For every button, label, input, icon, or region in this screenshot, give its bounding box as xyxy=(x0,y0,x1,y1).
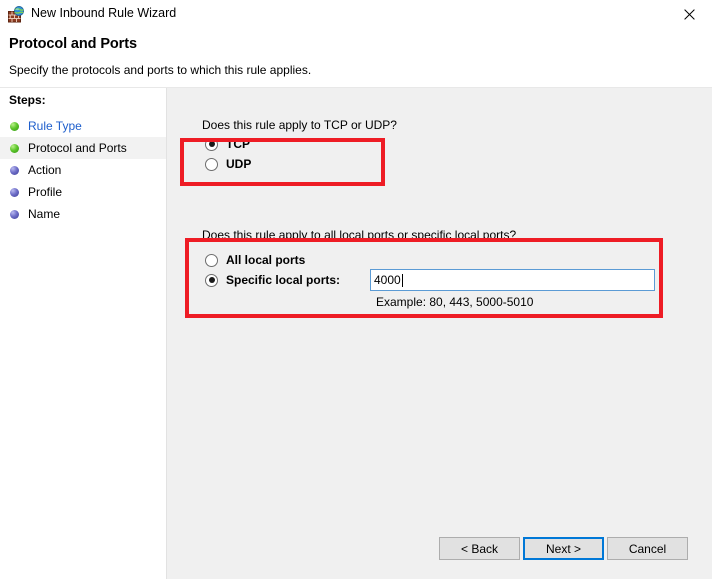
sidebar-item-name[interactable]: Name xyxy=(0,203,166,225)
radio-all-local-ports-indicator[interactable] xyxy=(205,253,218,267)
step-bullet-icon xyxy=(10,187,19,197)
step-bullet-icon xyxy=(10,143,19,153)
specific-local-ports-input[interactable]: 4000 xyxy=(370,269,655,291)
close-icon[interactable] xyxy=(666,0,712,28)
cancel-button[interactable]: Cancel xyxy=(607,537,688,560)
text-caret xyxy=(401,273,403,287)
ports-example-hint: Example: 80, 443, 5000-5010 xyxy=(376,295,534,309)
ports-question-label: Does this rule apply to all local ports … xyxy=(202,228,517,242)
ports-input-value: 4000 xyxy=(374,273,401,287)
radio-specific-local-ports-indicator[interactable] xyxy=(205,273,218,287)
sidebar-item-label: Name xyxy=(28,207,61,221)
step-bullet-icon xyxy=(10,209,19,219)
title-bar: New Inbound Rule Wizard xyxy=(0,0,712,28)
page-title: Protocol and Ports xyxy=(9,36,137,52)
sidebar-item-label: Action xyxy=(28,163,62,177)
radio-udp-indicator[interactable] xyxy=(205,157,218,171)
wizard-content-panel: Does this rule apply to TCP or UDP? TCP … xyxy=(167,88,712,579)
firewall-globe-icon xyxy=(8,6,25,23)
sidebar-item-rule-type[interactable]: Rule Type xyxy=(0,115,166,137)
radio-udp[interactable]: UDP xyxy=(205,155,251,173)
window-title: New Inbound Rule Wizard xyxy=(31,6,177,20)
radio-all-local-ports[interactable]: All local ports xyxy=(205,251,305,269)
sidebar-item-action[interactable]: Action xyxy=(0,159,166,181)
radio-tcp-indicator[interactable] xyxy=(205,137,218,151)
protocol-question-label: Does this rule apply to TCP or UDP? xyxy=(202,118,397,132)
radio-tcp[interactable]: TCP xyxy=(205,135,250,153)
sidebar-item-label: Protocol and Ports xyxy=(28,141,127,155)
step-bullet-icon xyxy=(10,121,19,131)
page-subtitle: Specify the protocols and ports to which… xyxy=(9,63,312,77)
steps-sidebar: Steps: Rule Type Protocol and Ports Acti… xyxy=(0,88,166,579)
back-button[interactable]: < Back xyxy=(439,537,520,560)
steps-list: Rule Type Protocol and Ports Action Prof… xyxy=(0,115,166,225)
sidebar-item-label: Profile xyxy=(28,185,63,199)
page-header: Protocol and Ports Specify the protocols… xyxy=(0,28,712,88)
radio-all-local-ports-label: All local ports xyxy=(226,253,306,267)
radio-udp-label: UDP xyxy=(226,157,252,171)
sidebar-item-label: Rule Type xyxy=(28,119,82,133)
radio-specific-local-ports[interactable]: Specific local ports: xyxy=(205,271,340,289)
step-bullet-icon xyxy=(10,165,19,175)
next-button[interactable]: Next > xyxy=(523,537,604,560)
steps-heading: Steps: xyxy=(9,93,46,107)
radio-tcp-label: TCP xyxy=(226,137,250,151)
sidebar-item-protocol-and-ports[interactable]: Protocol and Ports xyxy=(0,137,166,159)
radio-specific-local-ports-label: Specific local ports: xyxy=(226,273,341,287)
sidebar-item-profile[interactable]: Profile xyxy=(0,181,166,203)
